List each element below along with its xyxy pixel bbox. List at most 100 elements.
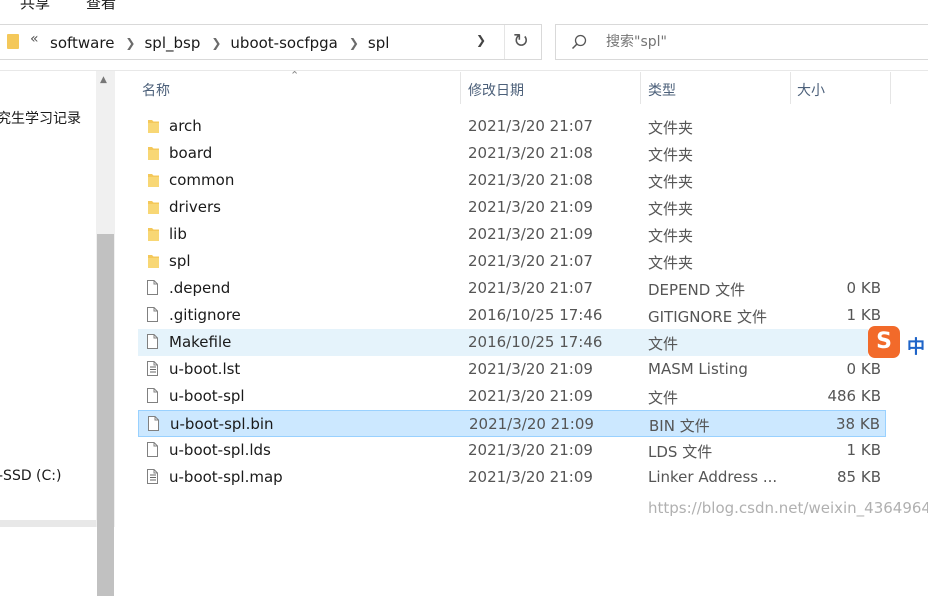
column-divider[interactable] [460,72,461,104]
nav-horizontal-scrollbar[interactable] [0,520,96,527]
file-date: 2021/3/20 21:08 [468,171,593,189]
file-row[interactable]: spl 2021/3/20 21:07 文件夹 [138,248,886,275]
file-date: 2021/3/20 21:09 [468,198,593,216]
file-date: 2016/10/25 17:46 [468,306,603,324]
file-icon [148,416,159,431]
column-divider[interactable] [790,72,791,104]
column-divider[interactable] [640,72,641,104]
file-row[interactable]: u-boot-spl.lds 2021/3/20 21:09 LDS 文件 1 KB [138,437,886,464]
file-icon [147,388,158,403]
navigation-pane: 究生学习记录 -SSD (C:) [0,71,96,527]
file-row[interactable]: lib 2021/3/20 21:09 文件夹 [138,221,886,248]
file-row[interactable]: common 2021/3/20 21:08 文件夹 [138,167,886,194]
file-row[interactable]: u-boot-spl 2021/3/20 21:09 文件 486 KB [138,383,886,410]
file-name: Makefile [169,333,232,351]
nav-scrollbar-thumb[interactable] [97,234,114,596]
file-type: LDS 文件 [648,443,713,461]
ribbon-tab-view[interactable]: 查看 [86,0,116,13]
breadcrumb-overflow-button[interactable]: « [30,31,39,47]
column-header-size[interactable]: 大小 [797,80,825,100]
file-date: 2021/3/20 21:09 [468,441,593,459]
address-bar[interactable]: « software ❯ spl_bsp ❯ uboot-socfpga ❯ s… [0,24,542,60]
file-type: GITIGNORE 文件 [648,308,767,326]
file-row[interactable]: u-boot-spl.map 2021/3/20 21:09 Linker Addr… [138,464,886,491]
file-row[interactable]: .depend 2021/3/20 21:07 DEPEND 文件 0 KB [138,275,886,302]
file-icon [147,442,158,457]
file-name: spl [169,252,191,270]
chevron-down-icon[interactable]: ❯ [476,33,486,47]
nav-item-study-notes[interactable]: 究生学习记录 [0,108,81,128]
breadcrumb-item[interactable]: software [50,34,114,52]
file-date: 2021/3/20 21:09 [468,225,593,243]
refresh-icon[interactable]: ↻ [513,30,529,52]
column-header-type[interactable]: 类型 [648,80,676,100]
file-date: 2021/3/20 21:09 [468,468,593,486]
column-header-name[interactable]: 名称 [142,80,170,100]
text-file-icon [147,361,158,376]
file-size: 1 KB [846,441,881,459]
breadcrumb-item[interactable]: spl [368,34,390,52]
file-type: DEPEND 文件 [648,281,746,299]
file-row[interactable]: u-boot.lst 2021/3/20 21:09 MASM Listing 0 K… [138,356,886,383]
sort-ascending-icon: ⌃ [290,69,300,82]
file-row[interactable]: drivers 2021/3/20 21:09 文件夹 [138,194,886,221]
file-row[interactable]: arch 2021/3/20 21:07 文件夹 [138,113,886,140]
folder-icon [148,147,159,160]
file-size: 1 KB [846,306,881,324]
file-date: 2021/3/20 21:07 [468,117,593,135]
file-name: board [169,144,213,162]
chevron-right-icon[interactable]: ❯ [349,36,359,50]
file-type: 文件 [648,389,679,407]
file-name: u-boot.lst [169,360,241,378]
file-size: 486 KB [827,387,881,405]
file-type: 文件夹 [648,227,694,245]
file-size: 0 KB [846,279,881,297]
folder-icon [148,120,159,133]
file-row[interactable]: Makefile2016/10/25 17:46文件6 [138,329,886,356]
search-box[interactable] [555,24,928,60]
file-date: 2016/10/25 17:46 [468,333,603,351]
column-header-date[interactable]: 修改日期 [468,80,524,100]
file-date: 2021/3/20 21:09 [468,387,593,405]
file-type: 文件 [648,335,679,353]
file-name: u-boot-spl.bin [170,415,274,433]
file-name: lib [169,225,187,243]
breadcrumb-item[interactable]: spl_bsp [144,34,200,52]
breadcrumb-item[interactable]: uboot-socfpga [230,34,337,52]
folder-icon [148,174,159,187]
file-row[interactable]: u-boot-spl.bin 2021/3/20 21:09 BIN 文件 38 KB [138,410,886,437]
file-date: 2021/3/20 21:08 [468,144,593,162]
file-name: u-boot-spl [169,387,245,405]
ime-mode-indicator[interactable]: 中 [907,333,925,359]
search-icon [571,34,587,50]
search-input[interactable] [606,32,906,52]
folder-icon [7,34,19,49]
chevron-right-icon[interactable]: ❯ [125,36,135,50]
file-date: 2021/3/20 21:07 [468,252,593,270]
scroll-up-arrow-icon[interactable]: ▲ [100,75,107,85]
text-file-icon [147,469,158,484]
chevron-right-icon[interactable]: ❯ [211,36,221,50]
file-date: 2021/3/20 21:07 [468,279,593,297]
watermark: https://blog.csdn.net/weixin_43649647 [648,499,928,517]
file-row[interactable]: board 2021/3/20 21:08 文件夹 [138,140,886,167]
nav-scrollbar[interactable]: ▲ [96,71,115,596]
divider [504,25,505,59]
file-type: 文件夹 [648,200,694,218]
file-icon [147,307,158,322]
file-type: BIN 文件 [649,417,710,435]
column-divider[interactable] [890,72,891,104]
sogou-logo-icon[interactable]: S [868,326,900,358]
file-date: 2021/3/20 21:09 [469,415,594,433]
ime-toolbar[interactable]: S 中 [868,326,928,362]
file-size: 0 KB [846,360,881,378]
nav-item-drive-c[interactable]: -SSD (C:) [0,468,61,484]
ribbon-tab-share[interactable]: 共享 [20,0,50,13]
file-icon [147,280,158,295]
file-name: common [169,171,235,189]
file-type: 文件夹 [648,254,694,272]
file-type: MASM Listing [648,360,748,378]
file-name: .depend [169,279,231,297]
file-row[interactable]: .gitignore 2016/10/25 17:46 GITIGNORE 文件 1 … [138,302,886,329]
folder-icon [148,201,159,214]
